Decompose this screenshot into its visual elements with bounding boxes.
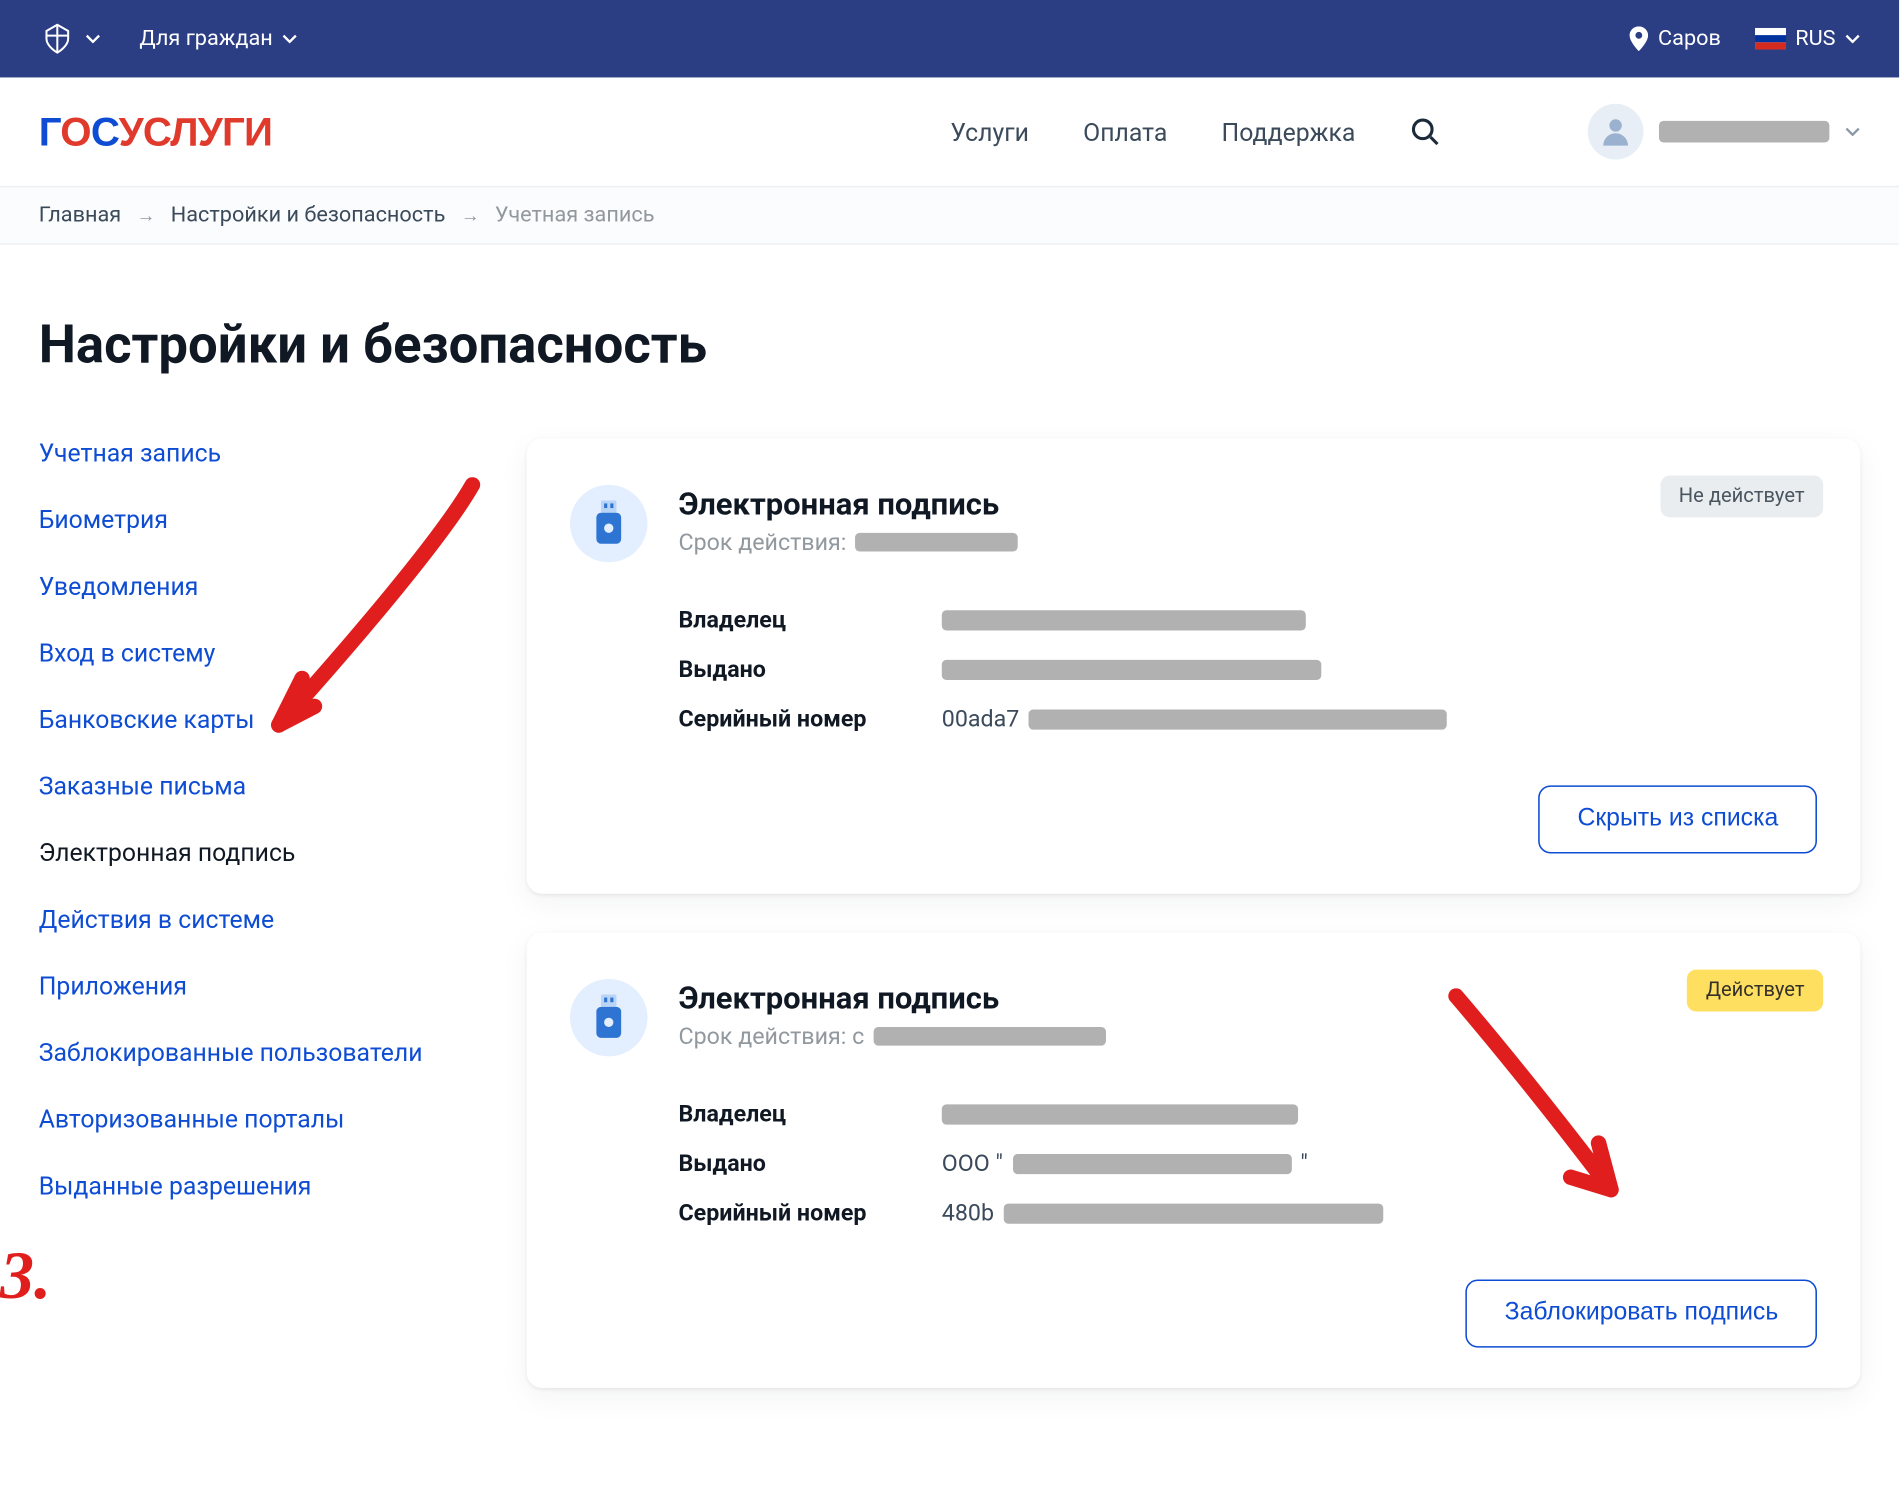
gov-emblem-icon — [39, 20, 76, 57]
search-icon — [1410, 116, 1441, 147]
issued-redacted — [942, 659, 1322, 679]
crumb-current: Учетная запись — [495, 203, 655, 228]
username-redacted — [1659, 121, 1829, 143]
sidebar-item-esignature[interactable]: Электронная подпись — [39, 838, 496, 867]
signature-card: Не действует Электронная подпись Срок де… — [527, 438, 1861, 893]
language-selector[interactable]: RUS — [1755, 26, 1860, 51]
sidebar-item-apps[interactable]: Приложения — [39, 971, 496, 1000]
validity-redacted — [856, 533, 1019, 552]
nav-payment[interactable]: Оплата — [1083, 117, 1167, 146]
nav-support[interactable]: Поддержка — [1222, 117, 1356, 146]
serial-redacted — [1029, 709, 1447, 729]
issued-redacted — [1012, 1153, 1291, 1173]
location-selector[interactable]: Саров — [1630, 26, 1721, 51]
sidebar-item-activity[interactable]: Действия в системе — [39, 905, 496, 934]
hide-from-list-button[interactable]: Скрыть из списка — [1539, 785, 1817, 853]
page-title: Настройки и безопасность — [39, 314, 1861, 376]
user-menu[interactable] — [1588, 104, 1861, 160]
site-logo[interactable]: госуслуги — [39, 108, 272, 156]
sidebar-item-login[interactable]: Вход в систему — [39, 638, 496, 667]
chevron-down-icon — [1845, 34, 1860, 43]
location-pin-icon — [1630, 26, 1649, 51]
audience-label: Для граждан — [139, 26, 272, 51]
chevron-down-icon — [1845, 127, 1860, 136]
signature-card: Действует Электронная подпись Срок дейст… — [527, 932, 1861, 1387]
sidebar-item-registered-letters[interactable]: Заказные письма — [39, 771, 496, 800]
chevron-down-icon — [85, 34, 100, 43]
validity-label: Срок действия: — [678, 528, 846, 556]
serial-prefix: 00ada7 — [942, 705, 1020, 733]
issued-prefix: ООО " — [942, 1149, 1003, 1177]
serial-label: Серийный номер — [678, 1199, 941, 1227]
language-label: RUS — [1795, 26, 1835, 51]
sidebar-item-notifications[interactable]: Уведомления — [39, 572, 496, 601]
crumb-home[interactable]: Главная — [39, 203, 121, 228]
sidebar-item-biometrics[interactable]: Биометрия — [39, 505, 496, 534]
status-badge: Действует — [1687, 970, 1823, 1012]
owner-label: Владелец — [678, 1100, 941, 1128]
usb-token-icon — [570, 979, 647, 1056]
sidebar-item-bank-cards[interactable]: Банковские карты — [39, 705, 496, 734]
crumb-settings[interactable]: Настройки и безопасность — [171, 203, 446, 228]
serial-label: Серийный номер — [678, 705, 941, 733]
breadcrumb: Главная → Настройки и безопасность → Уче… — [0, 186, 1899, 245]
owner-label: Владелец — [678, 606, 941, 634]
owner-redacted — [942, 1104, 1298, 1124]
serial-prefix: 480b — [942, 1199, 994, 1227]
sidebar-item-permissions[interactable]: Выданные разрешения — [39, 1171, 496, 1200]
sidebar-item-account[interactable]: Учетная запись — [39, 438, 496, 467]
issued-label: Выдано — [678, 655, 941, 683]
owner-redacted — [942, 610, 1306, 630]
validity-redacted — [874, 1027, 1106, 1046]
nav-services[interactable]: Услуги — [950, 117, 1029, 146]
location-label: Саров — [1658, 26, 1721, 51]
validity-label: Срок действия: с — [678, 1022, 864, 1050]
sidebar-item-authorized-portals[interactable]: Авторизованные порталы — [39, 1104, 496, 1133]
settings-sidebar: Учетная запись Биометрия Уведомления Вхо… — [39, 438, 496, 1388]
flag-icon — [1755, 28, 1786, 50]
issued-label: Выдано — [678, 1149, 941, 1177]
gov-emblem-dropdown[interactable] — [39, 20, 101, 57]
serial-redacted — [1003, 1203, 1383, 1223]
audience-selector[interactable]: Для граждан — [139, 26, 297, 51]
usb-token-icon — [570, 485, 647, 562]
sidebar-item-blocked-users[interactable]: Заблокированные пользователи — [39, 1038, 496, 1067]
card-title: Электронная подпись — [678, 979, 1105, 1016]
arrow-right-icon: → — [461, 204, 480, 226]
search-button[interactable] — [1410, 116, 1441, 147]
avatar — [1588, 104, 1644, 160]
block-signature-button[interactable]: Заблокировать подпись — [1466, 1279, 1817, 1347]
arrow-right-icon: → — [137, 204, 156, 226]
card-title: Электронная подпись — [678, 485, 1018, 522]
chevron-down-icon — [282, 34, 297, 43]
status-badge: Не действует — [1660, 476, 1823, 518]
